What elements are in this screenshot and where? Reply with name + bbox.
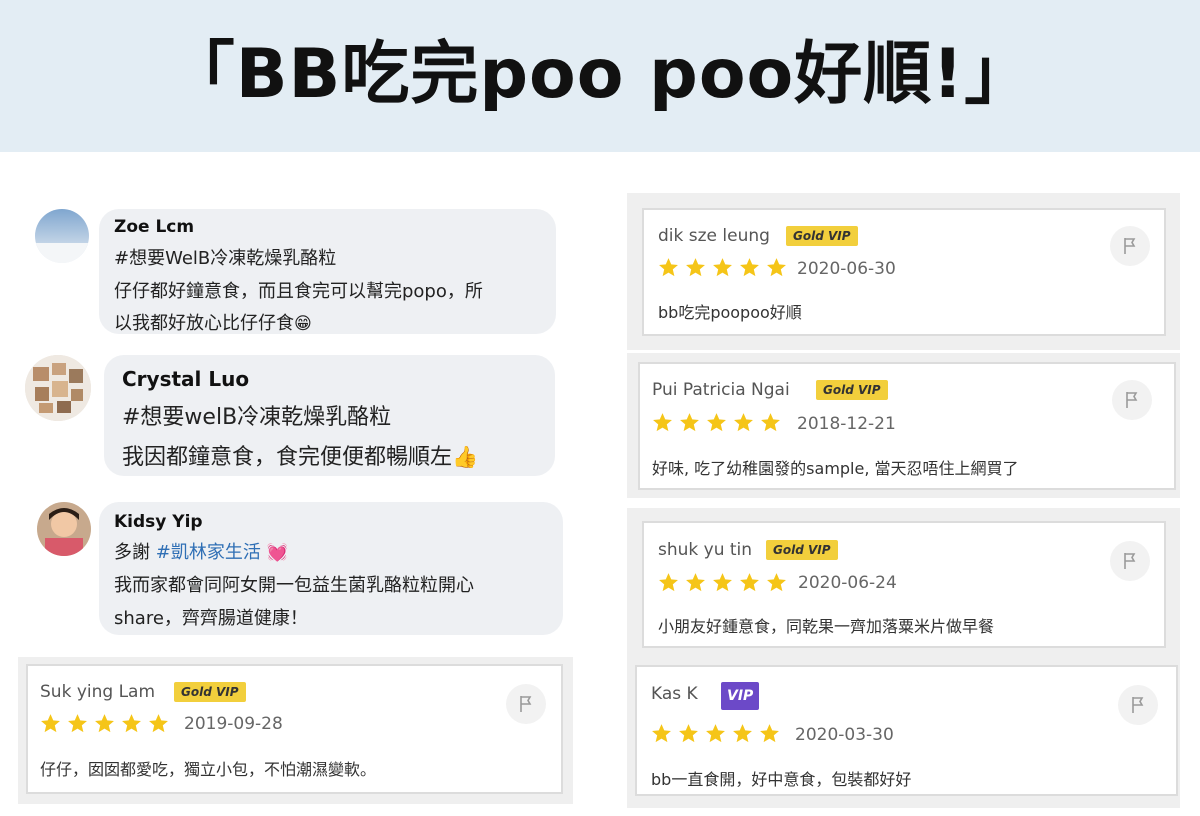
review-text: bb吃完poopoo好順 — [658, 303, 802, 322]
comment-author[interactable]: Crystal Luo — [122, 367, 249, 391]
flag-button[interactable] — [1112, 380, 1152, 420]
flag-button[interactable] — [1110, 541, 1150, 581]
avatar[interactable] — [25, 355, 91, 421]
flag-icon — [520, 696, 532, 712]
star-icon — [686, 258, 705, 277]
star-icon — [149, 714, 168, 733]
star-icon — [659, 573, 678, 592]
review-card: Pui Patricia Ngai Gold VIP 2018-12-21 好味… — [638, 362, 1176, 490]
review-card: dik sze leung Gold VIP 2020-06-30 bb吃完po… — [642, 208, 1166, 336]
header-banner: 「BB吃完poo poo好順!」 — [0, 0, 1200, 152]
star-rating — [658, 572, 793, 592]
comment-author[interactable]: Zoe Lcm — [114, 217, 194, 237]
star-icon — [767, 573, 786, 592]
page-title: 「BB吃完poo poo好順!」 — [166, 35, 1034, 114]
review-card: Suk ying Lam Gold VIP 2019-09-28 仔仔，囡囡都愛… — [26, 664, 563, 794]
review-text: 小朋友好鍾意食，同乾果一齊加落粟米片做早餐 — [658, 617, 995, 636]
review-date: 2019-09-28 — [184, 714, 283, 734]
review-text: 好味, 吃了幼稚園發的sample, 當天忍唔住上網買了 — [652, 459, 1019, 478]
flag-button[interactable] — [506, 684, 546, 724]
avatar[interactable] — [35, 209, 89, 263]
thumbs-up-emoji-icon: 👍 — [452, 445, 479, 469]
comment-text-line: 仔仔都好鐘意食，而且食完可以幫完popo，所 — [114, 281, 483, 302]
review-card: shuk yu tin Gold VIP 2020-06-24 小朋友好鍾意食，… — [642, 521, 1166, 648]
reviewer-name: Kas K — [651, 684, 698, 704]
review-date: 2020-06-24 — [798, 573, 897, 593]
flag-icon — [1126, 392, 1138, 408]
flag-icon — [1124, 553, 1136, 569]
star-icon — [706, 724, 725, 743]
flag-button[interactable] — [1110, 226, 1150, 266]
comment-text-line: 以我都好放心比仔仔食😁 — [114, 313, 312, 334]
comment-hashtag[interactable]: #凱林家生活 — [156, 542, 261, 563]
comment-author[interactable]: Kidsy Yip — [114, 512, 203, 532]
star-icon — [733, 724, 752, 743]
vip-badge: VIP — [721, 682, 760, 710]
flag-button[interactable] — [1118, 685, 1158, 725]
flag-icon — [1132, 697, 1144, 713]
avatar[interactable] — [37, 502, 91, 556]
star-rating — [40, 713, 175, 733]
star-icon — [41, 714, 60, 733]
gold-vip-badge: Gold VIP — [816, 380, 888, 400]
gold-vip-badge: Gold VIP — [786, 226, 858, 246]
gold-vip-badge: Gold VIP — [766, 540, 838, 560]
star-icon — [707, 413, 726, 432]
review-text: bb一直食開，好中意食，包裝都好好 — [651, 770, 912, 789]
star-icon — [659, 258, 678, 277]
star-icon — [686, 573, 705, 592]
review-date: 2020-06-30 — [797, 259, 896, 279]
star-icon — [760, 724, 779, 743]
comment-hashtag[interactable]: #想要welB冷凍乾燥乳酪粒 — [122, 399, 391, 431]
star-icon — [761, 413, 780, 432]
star-rating — [658, 257, 793, 277]
review-card: Kas K VIP 2020-03-30 bb一直食開，好中意食，包裝都好好 — [635, 665, 1178, 796]
comment-hashtag[interactable]: #想要WelB冷凍乾燥乳酪粒 — [114, 244, 336, 270]
reviewer-name: dik sze leung — [658, 226, 770, 246]
reviewer-name: Suk ying Lam — [40, 682, 156, 702]
star-icon — [767, 258, 786, 277]
comment-bubble: Kidsy Yip 多謝 #凱林家生活 💓 我而家都會同阿女開一包益生菌乳酪粒粒… — [99, 502, 563, 635]
star-icon — [740, 258, 759, 277]
review-text: 仔仔，囡囡都愛吃，獨立小包，不怕潮濕變軟。 — [40, 760, 377, 779]
star-icon — [713, 573, 732, 592]
comment-bubble: Zoe Lcm #想要WelB冷凍乾燥乳酪粒 仔仔都好鐘意食，而且食完可以幫完p… — [99, 209, 556, 334]
comment-text-line: 我而家都會同阿女開一包益生菌乳酪粒粒開心 — [114, 575, 474, 596]
star-icon — [95, 714, 114, 733]
review-date: 2018-12-21 — [797, 414, 896, 434]
comment-text-line: share，齊齊腸道健康！ — [114, 608, 308, 629]
comment-text-line: 我因都鐘意食，食完便便都暢順左👍 — [122, 445, 479, 470]
star-rating — [652, 412, 787, 432]
star-icon — [679, 724, 698, 743]
sparkling-heart-emoji-icon: 💓 — [266, 543, 288, 563]
star-icon — [713, 258, 732, 277]
review-date: 2020-03-30 — [795, 725, 894, 745]
star-icon — [740, 573, 759, 592]
flag-icon — [1124, 238, 1136, 254]
star-icon — [122, 714, 141, 733]
star-icon — [68, 714, 87, 733]
star-icon — [652, 724, 671, 743]
gold-vip-badge: Gold VIP — [174, 682, 246, 702]
star-rating — [651, 723, 786, 743]
comment-bubble: Crystal Luo #想要welB冷凍乾燥乳酪粒 我因都鐘意食，食完便便都暢… — [104, 355, 555, 476]
grin-emoji-icon: 😁 — [294, 314, 312, 334]
comment-text-line: 多謝 #凱林家生活 💓 — [114, 542, 288, 563]
star-icon — [734, 413, 753, 432]
star-icon — [653, 413, 672, 432]
reviewer-name: Pui Patricia Ngai — [652, 380, 790, 400]
reviewer-name: shuk yu tin — [658, 540, 753, 560]
star-icon — [680, 413, 699, 432]
